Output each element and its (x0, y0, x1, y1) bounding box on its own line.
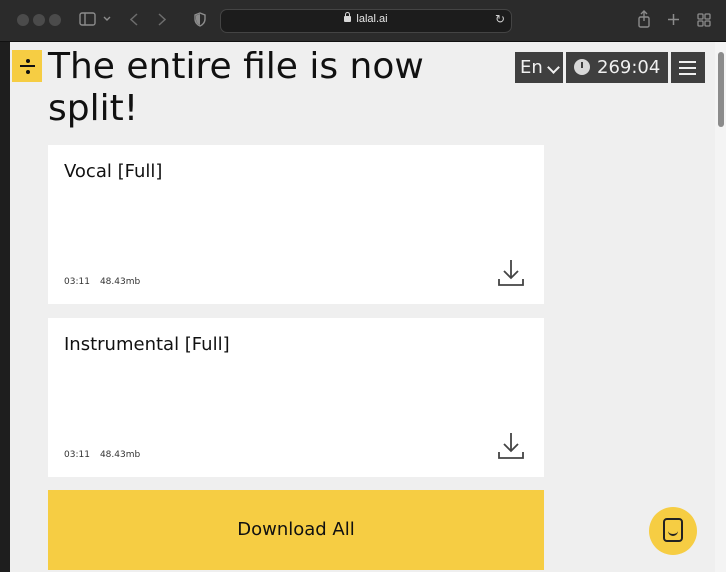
hamburger-icon[interactable] (671, 52, 705, 83)
sidebar-icon[interactable] (79, 12, 96, 26)
maximize-window-button[interactable] (49, 14, 61, 26)
download-all-button[interactable]: Download All (48, 490, 544, 570)
url-text: lalal.ai (356, 13, 388, 25)
track-size: 48.43mb (99, 277, 141, 287)
chevron-down-icon[interactable] (103, 16, 111, 22)
chevron-down-icon (547, 61, 560, 74)
language-selector[interactable]: En (515, 52, 563, 83)
new-tab-icon[interactable] (667, 13, 680, 26)
page-viewport: The entire file is now split! En 269:04 … (10, 42, 715, 572)
address-bar[interactable]: lalal.ai ↻ (220, 9, 512, 33)
track-duration: 03:11 (64, 277, 90, 287)
divide-icon[interactable] (12, 50, 42, 82)
track-name: Instrumental [Full] (64, 334, 230, 355)
shield-icon[interactable] (194, 12, 206, 27)
reload-icon[interactable]: ↻ (495, 12, 505, 26)
credits-button[interactable]: 269:04 (566, 52, 668, 83)
scrollbar[interactable] (715, 42, 726, 572)
track-duration: 03:11 (64, 450, 90, 460)
back-icon[interactable] (130, 13, 138, 26)
browser-toolbar: lalal.ai ↻ (0, 0, 726, 42)
lock-icon (344, 12, 352, 22)
chat-icon[interactable] (649, 507, 697, 555)
download-icon[interactable] (497, 258, 525, 288)
tab-overview-icon[interactable] (697, 13, 711, 27)
page-title: The entire file is now split! (48, 46, 424, 129)
forward-icon[interactable] (158, 13, 166, 26)
credits-label: 269:04 (597, 57, 661, 78)
share-icon[interactable] (637, 10, 651, 28)
close-window-button[interactable] (17, 14, 29, 26)
language-label: En (520, 57, 543, 78)
scrollbar-thumb[interactable] (718, 52, 724, 127)
track-card-vocal: Vocal [Full] 03:11 48.43mb (48, 145, 544, 304)
minimize-window-button[interactable] (33, 14, 45, 26)
track-size: 48.43mb (99, 450, 141, 460)
track-meta: 03:11 48.43mb (64, 277, 150, 287)
track-meta: 03:11 48.43mb (64, 450, 150, 460)
clock-icon (574, 59, 590, 75)
track-name: Vocal [Full] (64, 161, 163, 182)
track-card-instrumental: Instrumental [Full] 03:11 48.43mb (48, 318, 544, 477)
download-icon[interactable] (497, 431, 525, 461)
